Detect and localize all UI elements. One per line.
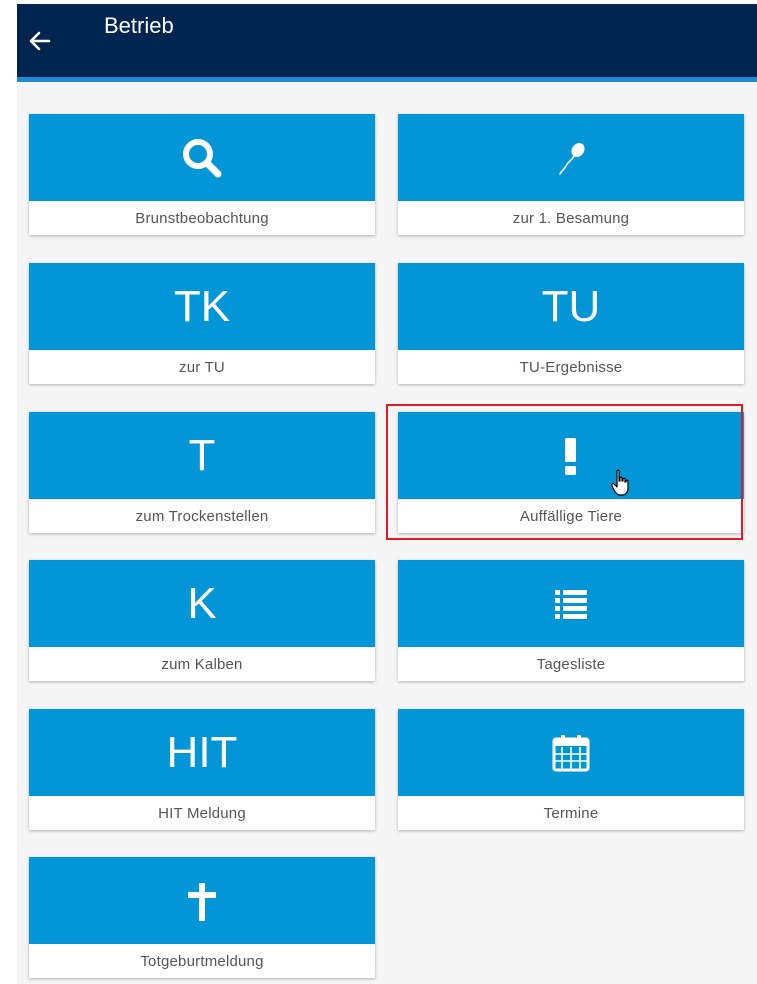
- list-icon: [555, 589, 587, 619]
- tile-label: zum Kalben: [29, 647, 375, 681]
- t-text-icon: T: [188, 430, 216, 480]
- arrow-left-icon: [29, 31, 51, 51]
- tile-termine[interactable]: Termine: [398, 709, 744, 830]
- k-text-icon: K: [187, 578, 217, 628]
- tile-icon-area: [398, 412, 744, 499]
- exclamation-icon: [565, 437, 576, 475]
- top-app-bar: Betrieb: [17, 4, 757, 77]
- tile-label: Totgeburtmeldung: [29, 944, 375, 978]
- tile-icon-area: HIT: [29, 709, 375, 796]
- back-button[interactable]: [23, 24, 57, 58]
- tile-brunstbeobachtung[interactable]: Brunstbeobachtung: [29, 114, 375, 235]
- tile-zur-tu[interactable]: TK zur TU: [29, 263, 375, 384]
- tile-tagesliste[interactable]: Tagesliste: [398, 560, 744, 681]
- tile-zum-trockenstellen[interactable]: T zum Trockenstellen: [29, 412, 375, 533]
- page-title: Betrieb: [104, 13, 174, 38]
- tile-zur-1-besamung[interactable]: zur 1. Besamung: [398, 114, 744, 235]
- tile-auffaellige-tiere[interactable]: Auffällige Tiere: [398, 412, 744, 533]
- tile-label: zum Trockenstellen: [29, 499, 375, 533]
- tile-label: Termine: [398, 796, 744, 830]
- tk-text-icon: TK: [173, 281, 231, 331]
- tile-hit-meldung[interactable]: HIT HIT Meldung: [29, 709, 375, 830]
- tile-label: Auffällige Tiere: [398, 499, 744, 533]
- hit-text-icon: HIT: [166, 727, 238, 777]
- tile-tu-ergebnisse[interactable]: TU TU-Ergebnisse: [398, 263, 744, 384]
- tile-totgeburtmeldung[interactable]: Totgeburtmeldung: [29, 857, 375, 978]
- tile-icon-area: [29, 857, 375, 944]
- tile-label: HIT Meldung: [29, 796, 375, 830]
- tile-zum-kalben[interactable]: K zum Kalben: [29, 560, 375, 681]
- tile-label: zur TU: [29, 350, 375, 384]
- header-accent-line: [17, 77, 757, 82]
- tile-label: TU-Ergebnisse: [398, 350, 744, 384]
- calendar-icon: [552, 734, 590, 771]
- tile-icon-area: TK: [29, 263, 375, 350]
- tile-icon-area: [398, 114, 744, 201]
- tile-icon-area: K: [29, 560, 375, 647]
- tile-icon-area: [398, 560, 744, 647]
- tile-icon-area: [29, 114, 375, 201]
- tile-label: Tagesliste: [398, 647, 744, 681]
- tile-label: Brunstbeobachtung: [29, 201, 375, 235]
- tile-icon-area: [398, 709, 744, 796]
- tile-icon-area: TU: [398, 263, 744, 350]
- app-screen: Betrieb Brunstbeobachtung zur 1. Besamun…: [17, 4, 757, 984]
- tile-icon-area: T: [29, 412, 375, 499]
- search-icon: [183, 138, 222, 177]
- tile-label: zur 1. Besamung: [398, 201, 744, 235]
- tu-text-icon: TU: [541, 281, 601, 331]
- sperm-icon: [559, 142, 585, 175]
- cross-icon: [188, 882, 216, 921]
